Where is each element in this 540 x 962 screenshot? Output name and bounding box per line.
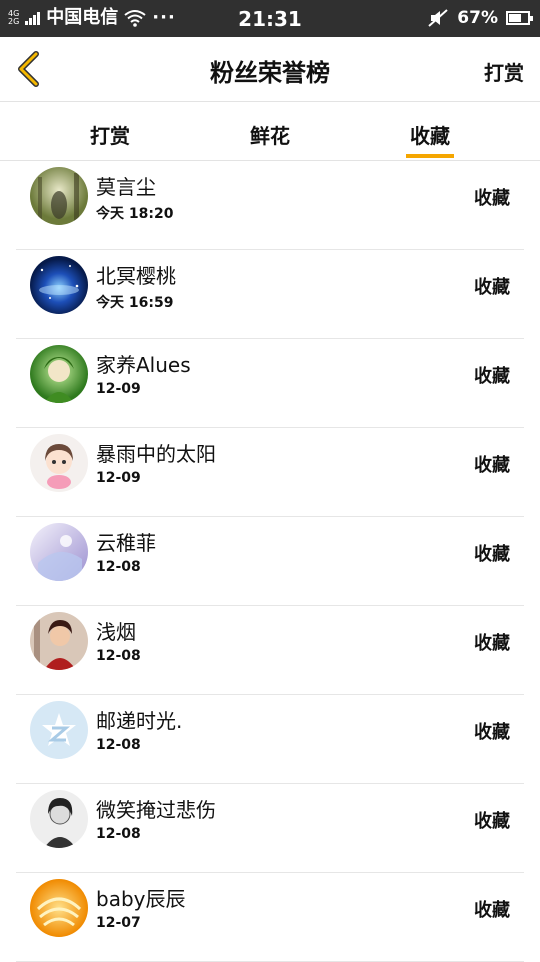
user-name[interactable]: 邮递时光. (96, 705, 182, 734)
user-name[interactable]: baby辰辰 (96, 883, 185, 912)
action-type: 收藏 (474, 633, 510, 654)
battery-fill (509, 14, 522, 22)
action-time: 12-09 (96, 381, 141, 397)
avatar[interactable] (30, 345, 88, 403)
action-type: 收藏 (474, 811, 510, 832)
action-time: 12-08 (96, 559, 141, 575)
header: 粉丝荣誉榜 打赏 (0, 37, 540, 102)
list-item[interactable]: 微笑掩过悲伤 12-08 收藏 (0, 784, 540, 873)
tab-tip[interactable]: 打赏 (70, 120, 150, 149)
action-type: 收藏 (474, 544, 510, 565)
action-time: 12-08 (96, 648, 141, 664)
user-name[interactable]: 北冥樱桃 (96, 260, 176, 289)
avatar[interactable] (30, 612, 88, 670)
tab-flowers[interactable]: 鲜花 (230, 120, 310, 149)
action-type: 收藏 (474, 277, 510, 298)
list-item[interactable]: 北冥樱桃今天 16:59 收藏 (0, 250, 540, 339)
avatar[interactable] (30, 167, 88, 225)
user-name[interactable]: 浅烟 (96, 616, 136, 645)
list-item[interactable]: 家养Alues 12-09 收藏 (0, 339, 540, 428)
mute-icon (428, 9, 448, 27)
avatar[interactable] (30, 879, 88, 937)
avatar[interactable] (30, 701, 88, 759)
page-title: 粉丝荣誉榜 (210, 59, 330, 87)
tip-button[interactable]: 打赏 (484, 57, 524, 86)
tab-favorites[interactable]: 收藏 (390, 120, 470, 149)
battery-percent: 67% (457, 8, 498, 28)
list-item[interactable]: 云稚菲 12-08 收藏 (0, 517, 540, 606)
user-name[interactable]: 暴雨中的太阳 (96, 438, 216, 467)
user-name[interactable]: 微笑掩过悲伤 (96, 794, 216, 823)
action-time: 12-09 (96, 470, 141, 486)
battery-icon (506, 11, 533, 25)
status-right: 67% (427, 8, 533, 28)
action-time: 12-07 (96, 915, 141, 931)
avatar[interactable] (30, 434, 88, 492)
avatar[interactable] (30, 790, 88, 848)
status-bar: 4G 2G 中国电信 ··· 21:31 67% (0, 0, 540, 37)
action-time: 12-08 (96, 737, 141, 753)
list-item[interactable]: baby辰辰 12-07 收藏 (0, 873, 540, 962)
user-name[interactable]: 云稚菲 (96, 527, 156, 556)
avatar[interactable] (30, 256, 88, 314)
user-name[interactable]: 家养Alues (96, 349, 191, 378)
list-item[interactable]: 邮递时光. 12-08 收藏 (0, 695, 540, 784)
action-type: 收藏 (474, 900, 510, 921)
avatar[interactable] (30, 523, 88, 581)
action-type: 收藏 (474, 722, 510, 743)
action-time: 12-08 (96, 826, 141, 842)
list-item[interactable]: 暴雨中的太阳 12-09 收藏 (0, 428, 540, 517)
action-type: 收藏 (474, 188, 510, 209)
list-item[interactable]: 浅烟 12-08 收藏 (0, 606, 540, 695)
action-time: 今天 16:59 (96, 295, 174, 311)
action-time: 今天 18:20 (96, 206, 174, 222)
active-tab-indicator (406, 154, 454, 158)
tab-bar: 打赏 鲜花 收藏 (0, 102, 540, 161)
action-type: 收藏 (474, 366, 510, 387)
action-type: 收藏 (474, 455, 510, 476)
user-name[interactable]: 莫言尘 (96, 171, 156, 200)
fan-list: 莫言尘 今天 18:20 收藏 北冥樱桃 今天 16:59 收藏 家养Alues 12-09 收… (0, 161, 540, 962)
list-item[interactable]: 莫言尘今天 18:20 收藏 (0, 161, 540, 250)
